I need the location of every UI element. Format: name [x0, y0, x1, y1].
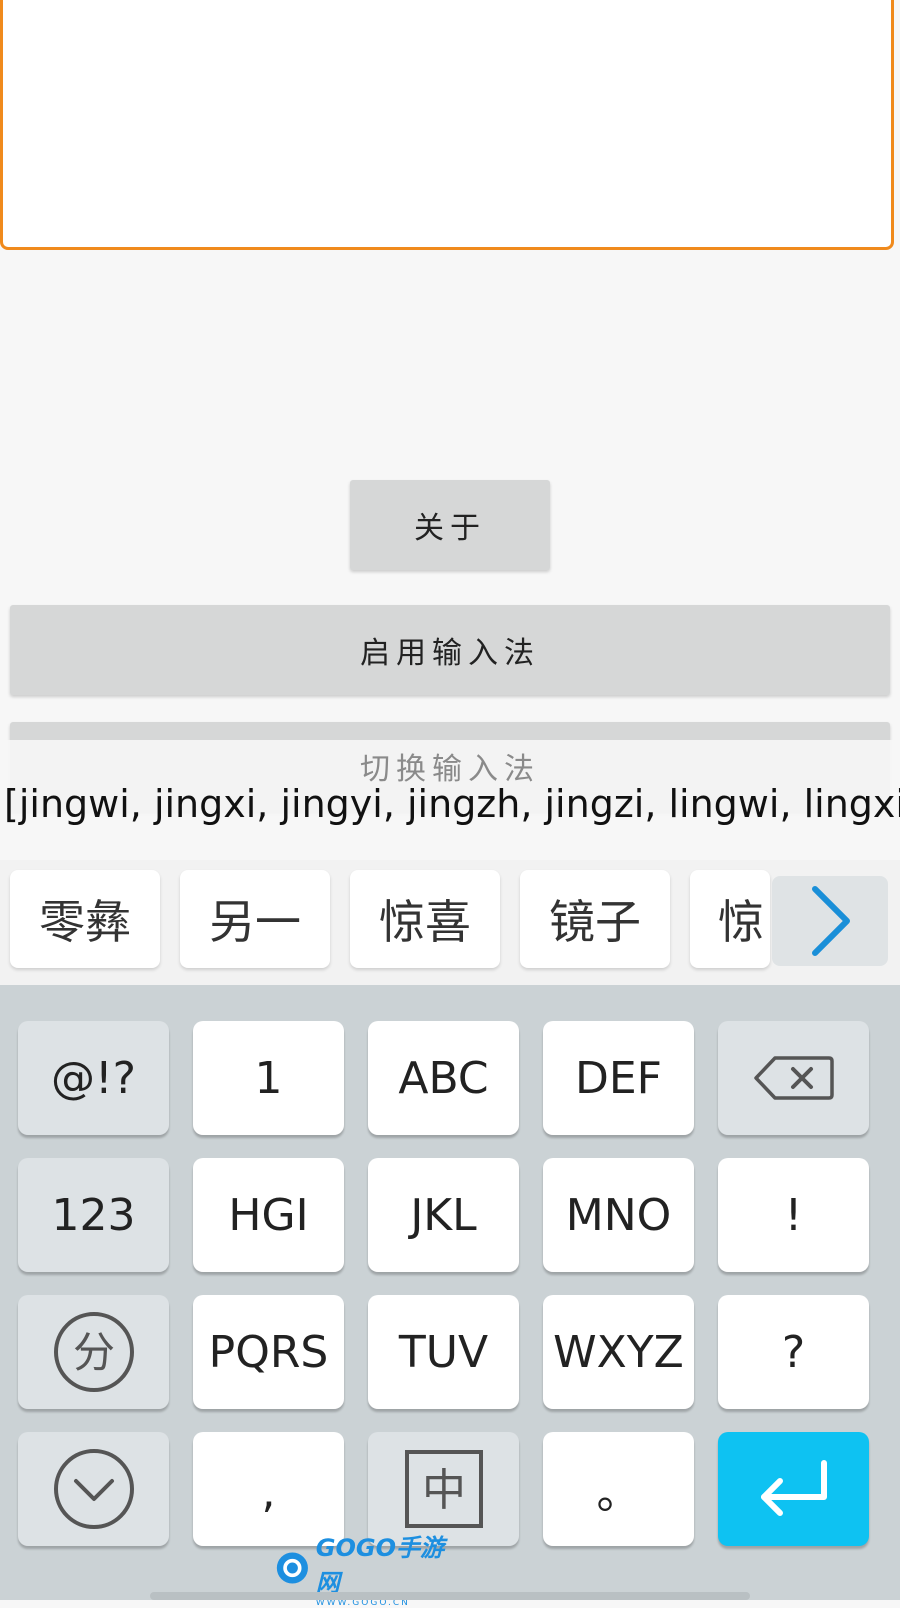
- candidate-item[interactable]: 惊喜: [350, 870, 500, 968]
- home-indicator: [150, 1592, 750, 1600]
- pinyin-composition: [jingwi, jingxi, jingyi, jingzh, jingzi,…: [4, 782, 900, 826]
- about-button[interactable]: 关于: [350, 480, 550, 570]
- enter-key[interactable]: [718, 1432, 869, 1546]
- candidate-item[interactable]: 镜子: [520, 870, 670, 968]
- key-def[interactable]: DEF: [543, 1021, 694, 1135]
- svg-text:分: 分: [72, 1328, 114, 1377]
- numbers-key[interactable]: 123: [18, 1158, 169, 1272]
- backspace-key[interactable]: [718, 1021, 869, 1135]
- candidate-item[interactable]: 另一: [180, 870, 330, 968]
- symbols-key[interactable]: @!?: [18, 1021, 169, 1135]
- more-candidates-button[interactable]: [772, 876, 888, 966]
- zh-icon: 中: [404, 1450, 483, 1528]
- segment-key[interactable]: 分: [18, 1295, 169, 1409]
- hide-keyboard-key[interactable]: [18, 1432, 169, 1546]
- key-hgi[interactable]: HGI: [193, 1158, 344, 1272]
- enter-icon: [760, 1460, 827, 1516]
- watermark-brand: GOGO手游网: [315, 1534, 444, 1597]
- candidate-item[interactable]: 零彝: [10, 870, 160, 968]
- svg-text:中: 中: [422, 1465, 466, 1516]
- watermark-logo: GOGO手游网 WWW.GOGO.CN: [275, 1534, 455, 1608]
- chevron-down-icon: [53, 1449, 134, 1529]
- logo-icon: [276, 1552, 308, 1584]
- enable-ime-button[interactable]: 启用输入法: [10, 605, 890, 695]
- fen-icon: 分: [53, 1312, 134, 1392]
- key-1[interactable]: 1: [193, 1021, 344, 1135]
- key-exclamation[interactable]: !: [718, 1158, 869, 1272]
- key-wxyz[interactable]: WXYZ: [543, 1295, 694, 1409]
- backspace-icon: [753, 1056, 834, 1100]
- candidate-item[interactable]: 惊: [690, 870, 770, 968]
- candidate-bar: 零彝 另一 惊喜 镜子 惊: [0, 860, 900, 985]
- key-mno[interactable]: MNO: [543, 1158, 694, 1272]
- key-abc[interactable]: ABC: [368, 1021, 519, 1135]
- key-jkl[interactable]: JKL: [368, 1158, 519, 1272]
- key-question[interactable]: ?: [718, 1295, 869, 1409]
- keyboard: @!? 1 ABC DEF 123 HGI JKL MNO ! 分 PQRS T…: [0, 985, 900, 1600]
- key-tuv[interactable]: TUV: [368, 1295, 519, 1409]
- text-input-area[interactable]: [0, 0, 894, 250]
- chevron-right-icon: [812, 886, 850, 956]
- period-key[interactable]: 。: [543, 1432, 694, 1546]
- key-pqrs[interactable]: PQRS: [193, 1295, 344, 1409]
